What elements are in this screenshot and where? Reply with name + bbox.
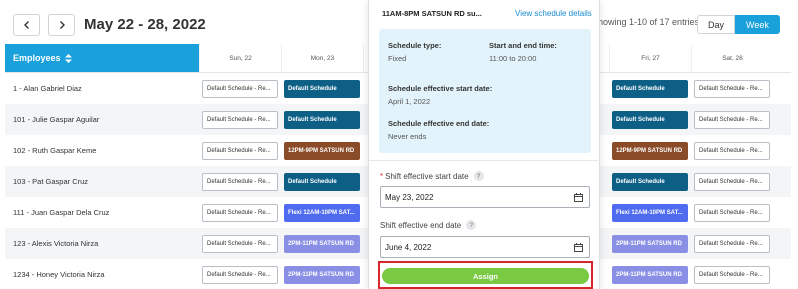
divider <box>369 160 601 161</box>
effective-start-value: April 1, 2022 <box>388 97 431 106</box>
schedule-type-label: Schedule type: <box>388 41 442 50</box>
day-header: Mon, 23 <box>281 44 363 72</box>
employee-name: 101 - Julie Gaspar Aguilar <box>13 115 100 124</box>
schedule-chip[interactable]: Default Schedule - Re... <box>694 79 770 98</box>
schedule-chip[interactable]: 12PM-9PM SATSUN RD <box>284 141 360 160</box>
help-icon[interactable]: ? <box>473 171 484 181</box>
popover-title: 11AM-8PM SATSUN RD su... <box>382 9 482 18</box>
employee-name: 1234 - Honey Victoria Nirza <box>13 270 105 279</box>
schedule-chip[interactable]: Default Schedule - Re... <box>202 203 278 222</box>
schedule-chip[interactable]: Default Schedule <box>284 79 360 98</box>
schedule-chip[interactable]: Flexi 12AM-10PM SAT... <box>612 203 688 222</box>
schedule-chip[interactable]: Default Schedule - Re... <box>202 110 278 129</box>
shift-end-label-text: Shift effective end date <box>380 220 462 230</box>
next-week-button[interactable] <box>48 14 75 36</box>
schedule-chip[interactable]: Default Schedule <box>284 172 360 191</box>
schedule-chip[interactable]: Default Schedule - Re... <box>694 203 770 222</box>
employee-name: 1 - Alan Gabriel Diaz <box>13 84 82 93</box>
employees-header-label: Employees <box>13 53 61 63</box>
day-header: Fri, 27 <box>609 44 691 72</box>
shift-start-label-text: Shift effective start date <box>385 171 469 181</box>
sort-icon <box>64 53 72 63</box>
employee-name: 102 - Ruth Gaspar Keme <box>13 146 97 155</box>
day-view-button[interactable]: Day <box>697 15 736 34</box>
employee-name: 123 - Alexis Victoria Nirza <box>13 239 99 248</box>
schedule-chip[interactable]: 2PM-11PM SATSUN RD <box>284 234 360 253</box>
schedule-chip[interactable]: Default Schedule - Re... <box>202 234 278 253</box>
shift-start-label: * Shift effective start date ? <box>380 171 484 181</box>
help-icon[interactable]: ? <box>466 220 477 230</box>
schedule-chip[interactable]: Default Schedule - Re... <box>202 265 278 284</box>
assign-button[interactable]: Assign <box>382 268 589 284</box>
shift-start-date-value: May 23, 2022 <box>385 192 434 202</box>
schedule-chip[interactable]: Default Schedule - Re... <box>694 234 770 253</box>
effective-start-label: Schedule effective start date: <box>388 84 493 93</box>
employees-column-header[interactable]: Employees <box>5 44 199 72</box>
schedule-chip[interactable]: Default Schedule <box>612 110 688 129</box>
schedule-chip[interactable]: 2PM-11PM SATSUN RD <box>612 234 688 253</box>
schedule-chip[interactable]: Default Schedule - Re... <box>694 172 770 191</box>
shift-end-label: Shift effective end date ? <box>380 220 477 230</box>
day-header: Sun, 22 <box>199 44 281 72</box>
view-toggle: Day Week <box>697 15 780 34</box>
start-end-time-label: Start and end time: <box>489 41 557 50</box>
assign-highlight-box: Assign <box>378 261 593 289</box>
schedule-chip[interactable]: Default Schedule <box>612 79 688 98</box>
effective-end-label: Schedule effective end date: <box>388 119 490 128</box>
chevron-left-icon <box>23 21 29 29</box>
schedule-chip[interactable]: 12PM-9PM SATSUN RD <box>612 141 688 160</box>
schedule-chip[interactable]: Default Schedule - Re... <box>694 265 770 284</box>
assign-schedule-popover: 11AM-8PM SATSUN RD su... View schedule d… <box>368 0 601 289</box>
employee-name: 103 - Pat Gaspar Cruz <box>13 177 89 186</box>
schedule-chip[interactable]: Default Schedule - Re... <box>694 110 770 129</box>
shift-end-date-value: June 4, 2022 <box>385 242 432 252</box>
calendar-icon[interactable] <box>574 243 583 252</box>
schedule-chip[interactable]: 2PM-11PM SATSUN RD <box>612 265 688 284</box>
schedule-chip[interactable]: Flexi 12AM-10PM SAT... <box>284 203 360 222</box>
schedule-info-box: Schedule type: Fixed Start and end time:… <box>379 29 591 153</box>
schedule-chip[interactable]: Default Schedule - Re... <box>202 79 278 98</box>
employee-name: 111 - Juan Gaspar Dela Cruz <box>13 208 110 217</box>
shift-end-date-input[interactable]: June 4, 2022 <box>380 236 590 258</box>
entries-info: howing 1-10 of 17 entries <box>598 17 700 27</box>
schedule-chip[interactable]: Default Schedule - Re... <box>202 141 278 160</box>
required-marker: * <box>380 171 384 181</box>
shift-start-date-input[interactable]: May 23, 2022 <box>380 186 590 208</box>
chevron-right-icon <box>59 21 65 29</box>
schedule-chip[interactable]: Default Schedule - Re... <box>202 172 278 191</box>
calendar-icon[interactable] <box>574 193 583 202</box>
date-range-title: May 22 - 28, 2022 <box>84 16 206 33</box>
schedule-chip[interactable]: Default Schedule - Re... <box>694 141 770 160</box>
day-header: Sat, 28 <box>691 44 773 72</box>
effective-end-value: Never ends <box>388 132 427 141</box>
schedule-chip[interactable]: Default Schedule <box>284 110 360 129</box>
start-end-time-value: 11:00 to 20:00 <box>489 54 537 63</box>
schedule-chip[interactable]: 2PM-11PM SATSUN RD <box>284 265 360 284</box>
schedule-chip[interactable]: Default Schedule <box>612 172 688 191</box>
view-schedule-details-link[interactable]: View schedule details <box>515 9 592 18</box>
week-view-button[interactable]: Week <box>735 15 780 34</box>
prev-week-button[interactable] <box>13 14 40 36</box>
schedule-type-value: Fixed <box>388 54 407 63</box>
